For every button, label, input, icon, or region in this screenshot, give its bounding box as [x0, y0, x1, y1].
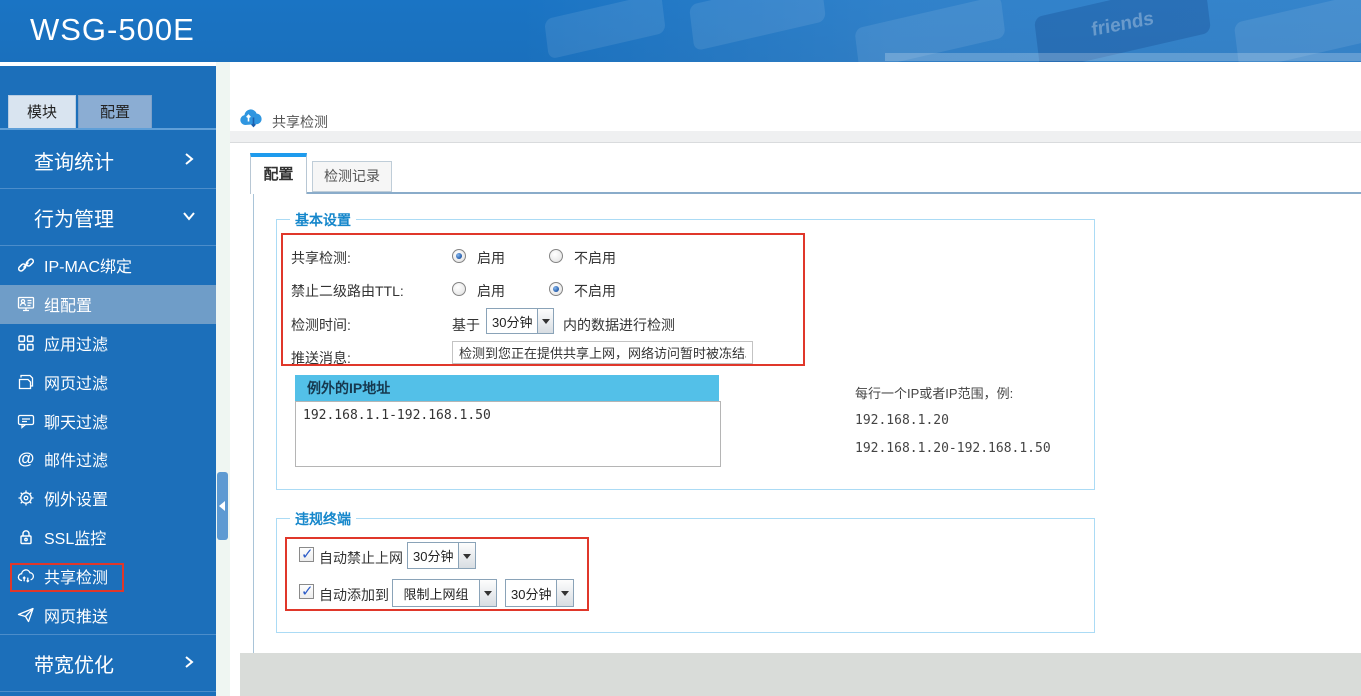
disable-label: 不启用	[574, 281, 616, 301]
breadcrumb: 共享检测	[272, 112, 328, 132]
sidebar-item-web-filter[interactable]: 网页过滤	[0, 362, 216, 401]
ttl-enable-radio[interactable]	[452, 282, 466, 296]
tab-config[interactable]: 配置	[250, 153, 307, 194]
panel-left-border	[253, 192, 254, 653]
plane-icon	[16, 605, 36, 625]
ttl-disable-radio[interactable]	[549, 282, 563, 296]
detect-time-suffix: 内的数据进行检测	[563, 315, 675, 335]
ip-help-example-2: 192.168.1.20-192.168.1.50	[855, 441, 1051, 456]
ip-exception-header: 例外的IP地址	[295, 375, 719, 401]
sidebar-item-ip-mac[interactable]: IP-MAC绑定	[0, 246, 216, 285]
sidebar-item-exception-settings[interactable]: 例外设置	[0, 479, 216, 518]
sidebar: 模块 配置 查询统计 行为管理 IP-MAC绑定 组配置 应用过滤	[0, 62, 216, 696]
item-label: 邮件过滤	[44, 447, 108, 471]
section-label: 查询统计	[34, 146, 114, 175]
dropdown-arrow-icon[interactable]	[479, 580, 496, 606]
sidebar-item-ssl-monitor[interactable]: SSL监控	[0, 518, 216, 557]
sidebar-item-web-push[interactable]: 网页推送	[0, 595, 216, 634]
ip-help-example-1: 192.168.1.20	[855, 413, 949, 428]
sidebar-section-query-stats[interactable]: 查询统计	[0, 132, 216, 189]
item-label: 共享检测	[44, 564, 108, 588]
auto-ban-label: 自动禁止上网	[319, 548, 403, 568]
detect-time-label: 检测时间:	[291, 315, 351, 335]
lock-icon	[16, 527, 36, 547]
ttl-label: 禁止二级路由TTL:	[291, 281, 404, 301]
item-label: 网页过滤	[44, 370, 108, 394]
link-icon	[16, 255, 36, 275]
sidebar-section-bandwidth[interactable]: 带宽优化	[0, 634, 216, 692]
chevron-right-icon	[184, 149, 194, 172]
item-label: SSL监控	[44, 525, 106, 549]
item-label: IP-MAC绑定	[44, 253, 132, 277]
sidebar-tab-config[interactable]: 配置	[78, 95, 152, 128]
gear-icon	[16, 488, 36, 508]
share-detect-breadcrumb-icon	[238, 105, 264, 131]
sidebar-tabbar: 模块 配置	[0, 66, 216, 130]
sidebar-section-behavior[interactable]: 行为管理	[0, 190, 216, 246]
auto-ban-time-value: 30分钟	[408, 543, 458, 568]
sidebar-item-app-filter[interactable]: 应用过滤	[0, 324, 216, 363]
auto-ban-checkbox[interactable]	[299, 547, 314, 562]
auto-add-group-select[interactable]: 限制上网组	[392, 579, 497, 607]
push-message-input[interactable]	[452, 341, 753, 364]
item-label: 聊天过滤	[44, 409, 108, 433]
dropdown-arrow-icon[interactable]	[458, 543, 475, 568]
enable-label: 启用	[477, 281, 505, 301]
item-label: 应用过滤	[44, 331, 108, 355]
detect-time-prefix: 基于	[452, 315, 480, 335]
violation-legend: 违规终端	[290, 509, 356, 529]
bottom-background-strip	[240, 653, 1361, 696]
sidebar-menu: IP-MAC绑定 组配置 应用过滤 网页过滤 聊天过滤 @ 邮件过滤	[0, 246, 216, 634]
collapse-arrow-icon	[219, 501, 225, 511]
section-label: 行为管理	[34, 203, 114, 232]
sidebar-item-mail-filter[interactable]: @ 邮件过滤	[0, 440, 216, 479]
share-detect-enable-radio[interactable]	[452, 249, 466, 263]
auto-add-group-value: 限制上网组	[393, 580, 479, 606]
enable-label: 启用	[477, 248, 505, 268]
item-label: 例外设置	[44, 486, 108, 510]
chevron-right-icon	[184, 652, 194, 675]
auto-ban-time-select[interactable]: 30分钟	[407, 542, 476, 569]
ip-exception-textarea[interactable]: 192.168.1.1-192.168.1.50	[295, 401, 721, 467]
sidebar-item-share-detect[interactable]: 共享检测	[0, 556, 216, 595]
sidebar-item-group-config[interactable]: 组配置	[0, 285, 216, 324]
auto-add-time-select[interactable]: 30分钟	[505, 579, 574, 607]
sidebar-edge-strip	[216, 62, 230, 696]
chevron-down-icon	[184, 206, 194, 229]
cloud-icon	[16, 566, 36, 586]
item-label: 组配置	[44, 292, 92, 316]
at-icon: @	[16, 449, 36, 469]
item-label: 网页推送	[44, 603, 108, 627]
basic-settings-legend: 基本设置	[290, 210, 356, 230]
auto-add-time-value: 30分钟	[506, 580, 556, 606]
top-banner: friends WSG-500E	[0, 0, 1361, 62]
app-window: friends WSG-500E 模块 配置 查询统计 行为管理 IP-MAC绑…	[0, 0, 1361, 696]
tab-detect-records[interactable]: 检测记录	[312, 161, 392, 192]
tabstrip-divider	[253, 192, 1361, 194]
sidebar-item-chat-filter[interactable]: 聊天过滤	[0, 401, 216, 440]
detect-time-select-value: 30分钟	[487, 309, 537, 333]
auto-add-label: 自动添加到	[319, 585, 389, 605]
group-icon	[16, 294, 36, 314]
sidebar-collapse-handle[interactable]	[217, 472, 228, 540]
share-detect-label: 共享检测:	[291, 248, 351, 268]
grid-icon	[16, 333, 36, 353]
dropdown-arrow-icon[interactable]	[556, 580, 573, 606]
auto-add-checkbox[interactable]	[299, 584, 314, 599]
disable-label: 不启用	[574, 248, 616, 268]
share-detect-disable-radio[interactable]	[549, 249, 563, 263]
ip-help-text: 每行一个IP或者IP范围，例:	[855, 383, 1013, 402]
push-message-label: 推送消息:	[291, 348, 351, 368]
chat-icon	[16, 411, 36, 431]
section-label: 带宽优化	[34, 649, 114, 678]
webpage-icon	[16, 372, 36, 392]
keyboard-edge-highlight	[885, 53, 1361, 61]
detect-time-select[interactable]: 30分钟	[486, 308, 554, 334]
app-title: WSG-500E	[30, 12, 195, 48]
content-top-strip	[230, 131, 1361, 143]
sidebar-tab-modules[interactable]: 模块	[8, 95, 76, 128]
violation-fieldset: 违规终端	[276, 518, 1095, 633]
dropdown-arrow-icon[interactable]	[537, 309, 553, 333]
